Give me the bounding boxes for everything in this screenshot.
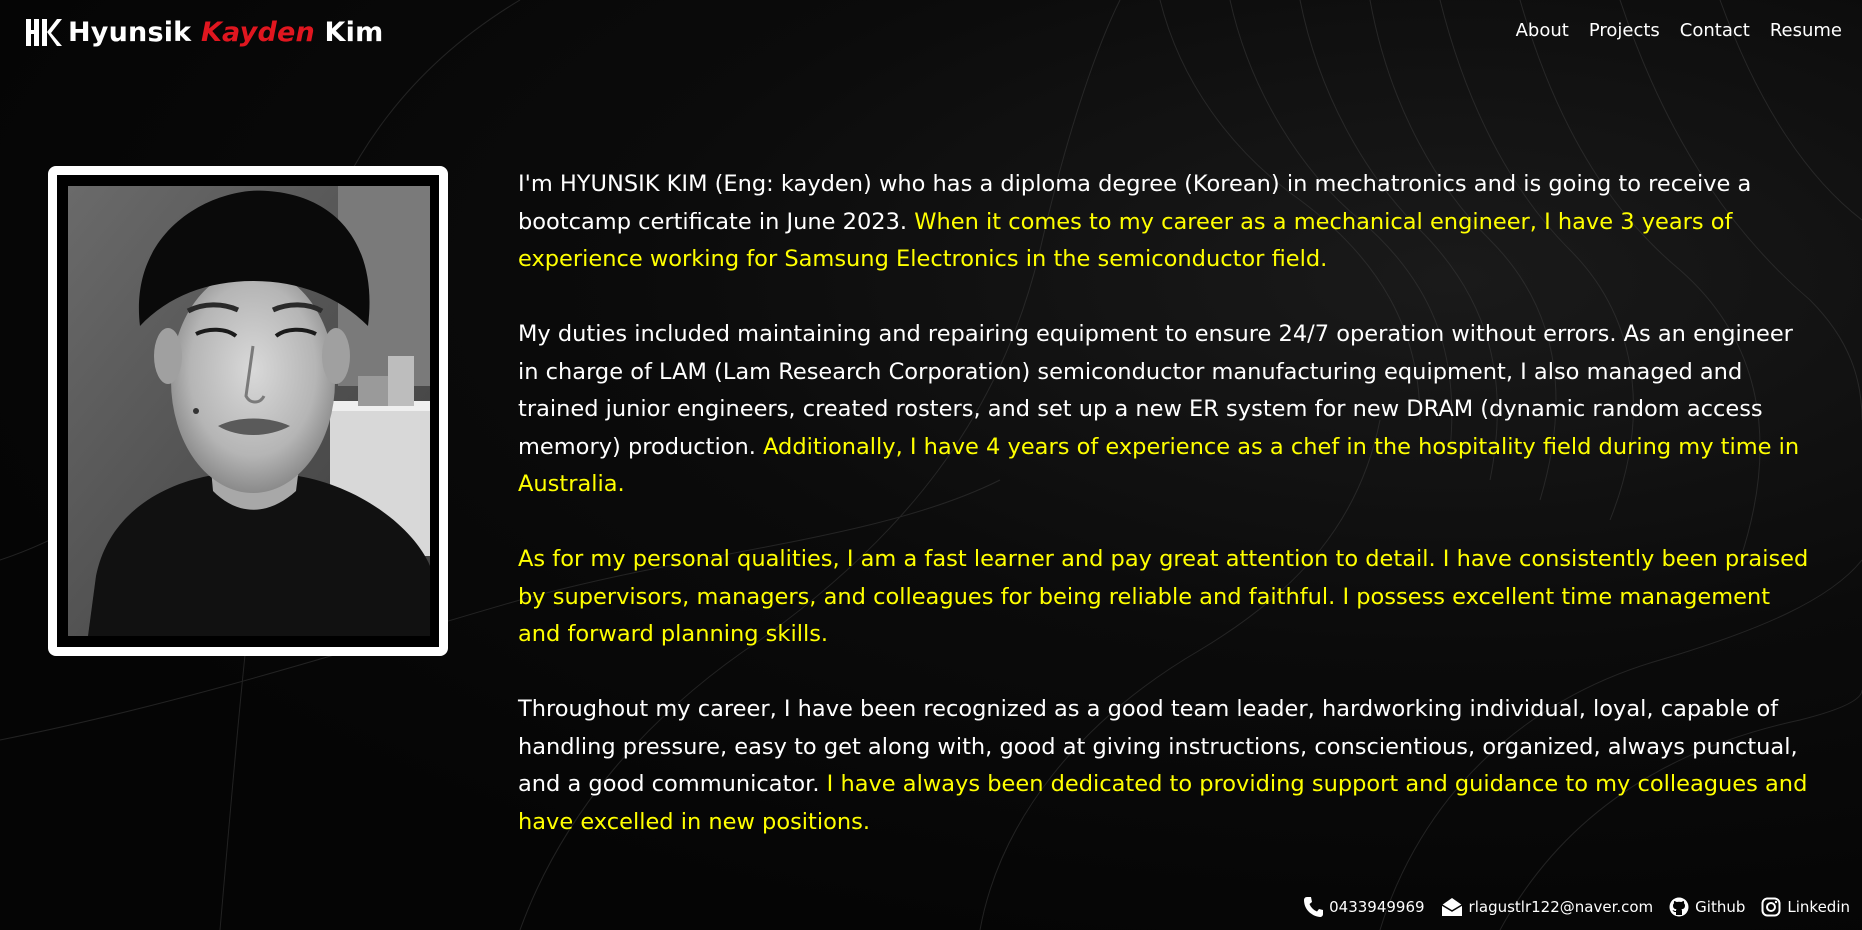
phone-link[interactable]: 0433949969	[1303, 896, 1425, 918]
main-nav: About Projects Contact Resume	[1516, 20, 1842, 41]
github-label: Github	[1695, 898, 1746, 916]
header: Hyunsik Kayden Kim About Projects Contac…	[0, 0, 1862, 66]
linkedin-link[interactable]: Linkedin	[1761, 897, 1850, 917]
nav-about-link[interactable]: About	[1516, 20, 1569, 41]
nav-resume-link[interactable]: Resume	[1770, 20, 1842, 41]
site-name-accent: Kayden	[200, 16, 315, 48]
email-link[interactable]: rlagustlr122@naver.com	[1441, 897, 1654, 917]
brand-home-link[interactable]: Hyunsik Kayden Kim	[24, 14, 383, 50]
about-paragraph-4: Throughout my career, I have been recogn…	[518, 696, 1808, 835]
hk-monogram-icon	[26, 19, 62, 46]
about-paragraph-2: My duties included maintaining and repai…	[518, 321, 1800, 497]
about-paragraph-1: I'm HYUNSIK KIM (Eng: kayden) who has a …	[518, 171, 1752, 272]
github-icon	[1669, 897, 1689, 917]
email-address: rlagustlr122@naver.com	[1468, 898, 1654, 916]
instagram-icon	[1761, 897, 1781, 917]
envelope-icon	[1441, 898, 1462, 916]
about-paragraph-3: As for my personal qualities, I am a fas…	[518, 541, 1818, 654]
profile-photo-border	[57, 175, 439, 647]
page: Hyunsik Kayden Kim About Projects Contac…	[0, 0, 1862, 930]
highlight-text: As for my personal qualities, I am a fas…	[518, 546, 1809, 647]
about-section: I'm HYUNSIK KIM (Eng: kayden) who has a …	[518, 166, 1818, 879]
profile-photo-frame	[48, 166, 448, 656]
nav-projects-link[interactable]: Projects	[1589, 20, 1660, 41]
phone-number: 0433949969	[1329, 898, 1425, 916]
phone-icon	[1304, 897, 1324, 917]
linkedin-label: Linkedin	[1787, 898, 1850, 916]
site-name: Hyunsik Kayden Kim	[68, 16, 384, 48]
github-link[interactable]: Github	[1669, 897, 1745, 917]
nav-contact-link[interactable]: Contact	[1680, 20, 1750, 41]
footer-contacts: 0433949969 rlagustlr122@naver.com Github…	[1303, 896, 1850, 918]
profile-photo	[68, 186, 430, 636]
